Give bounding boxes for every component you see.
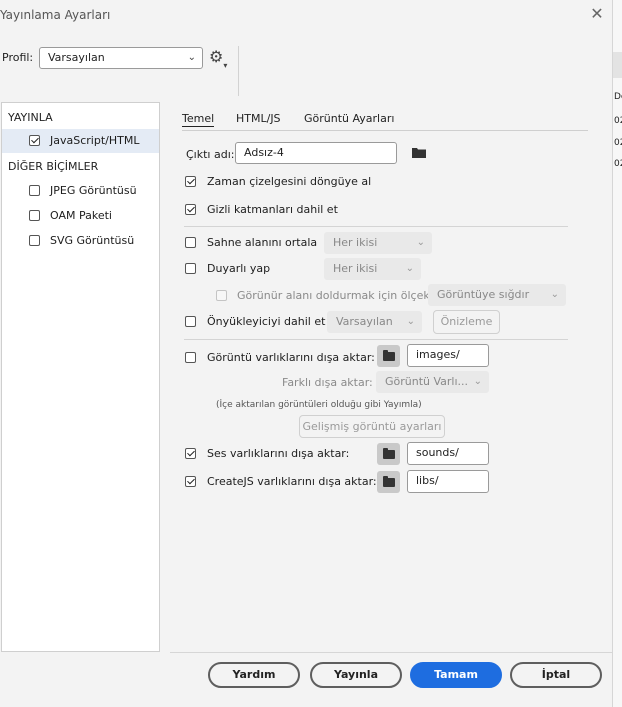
tab-image-settings[interactable]: Görüntü Ayarları (304, 112, 394, 125)
format-item-label: JavaScript/HTML (50, 134, 140, 147)
include-hidden-layers-checkbox[interactable] (185, 204, 196, 215)
images-path-input[interactable]: images/ (407, 344, 489, 367)
export-sounds-checkbox[interactable] (185, 448, 196, 459)
scale-fill-select: Görüntüye sığdır ⌄ (428, 284, 566, 306)
include-hidden-layers-label: Gizli katmanları dahil et (207, 203, 338, 216)
export-images-checkbox[interactable] (185, 352, 196, 363)
format-list-panel: YAYINLA JavaScript/HTML DİĞER BİÇİMLER J… (1, 102, 160, 652)
scale-fill-label: Görünür alanı doldurmak için ölçekle (237, 289, 440, 302)
dialog-title: Yayınlama Ayarları (0, 8, 111, 22)
oam-checkbox[interactable] (29, 210, 40, 221)
images-folder-button[interactable] (377, 345, 400, 367)
scale-fill-checkbox (216, 290, 227, 301)
folder-icon (382, 447, 395, 459)
footer-divider (170, 652, 612, 653)
javascript-html-checkbox[interactable] (29, 135, 40, 146)
background-text: 02 (614, 138, 622, 148)
help-button[interactable]: Yardım (208, 662, 300, 688)
scale-fill-select-value: Görüntüye sığdır (437, 288, 530, 301)
export-images-label: Görüntü varlıklarını dışa aktar: (207, 351, 375, 364)
export-sounds-label: Ses varlıklarını dışa aktar: (207, 447, 350, 460)
tab-basic[interactable]: Temel (182, 112, 215, 127)
sounds-path-input[interactable]: sounds/ (407, 442, 489, 465)
close-icon[interactable]: ✕ (589, 4, 605, 23)
format-item-label: SVG Görüntüsü (50, 234, 135, 247)
export-as-select-value: Görüntü Varlı... (385, 375, 469, 388)
center-stage-checkbox[interactable] (185, 237, 196, 248)
export-as-label: Farklı dışa aktar: (282, 376, 373, 389)
preloader-select: Varsayılan ⌄ (327, 311, 422, 333)
center-stage-select: Her ikisi ⌄ (324, 232, 432, 254)
background-text: De (614, 92, 622, 102)
publish-settings-dialog: Yayınlama Ayarları ✕ Profil: Varsayılan … (0, 0, 612, 707)
section-heading-publish: YAYINLA (8, 111, 53, 124)
ok-button[interactable]: Tamam (410, 662, 502, 688)
tab-divider (182, 130, 588, 131)
responsive-select-value: Her ikisi (333, 262, 378, 275)
format-item-javascript-html[interactable]: JavaScript/HTML (2, 129, 159, 153)
format-item-oam[interactable]: OAM Paketi (2, 204, 159, 228)
preloader-checkbox[interactable] (185, 316, 196, 327)
background-panel (613, 52, 622, 78)
folder-icon (382, 349, 395, 361)
publish-button[interactable]: Yayınla (310, 662, 402, 688)
cancel-button[interactable]: İptal (510, 662, 602, 688)
chevron-down-icon: ⌄ (416, 237, 425, 248)
chevron-down-icon: ⌄ (550, 289, 559, 300)
format-item-label: OAM Paketi (50, 209, 112, 222)
folder-icon[interactable] (411, 146, 427, 159)
divider (184, 226, 568, 227)
libs-path-input[interactable]: libs/ (407, 470, 489, 493)
preloader-label: Önyükleyiciyi dahil et (207, 315, 326, 328)
divider (238, 46, 239, 96)
profile-select-value: Varsayılan (48, 51, 105, 64)
section-heading-other-formats: DİĞER BİÇİMLER (8, 160, 99, 173)
libs-folder-button[interactable] (377, 471, 400, 493)
preview-button: Önizleme (433, 310, 500, 334)
sounds-folder-button[interactable] (377, 443, 400, 465)
responsive-label: Duyarlı yap (207, 262, 271, 275)
gear-icon[interactable]: ⚙▾ (209, 47, 227, 70)
svg-checkbox[interactable] (29, 235, 40, 246)
background-text: 02 (614, 116, 622, 126)
loop-timeline-label: Zaman çizelgesini döngüye al (207, 175, 372, 188)
chevron-down-icon: ⌄ (187, 52, 196, 63)
profile-label: Profil: (2, 51, 34, 64)
responsive-checkbox[interactable] (185, 263, 196, 274)
jpeg-checkbox[interactable] (29, 185, 40, 196)
divider (184, 339, 568, 340)
export-createjs-checkbox[interactable] (185, 476, 196, 487)
loop-timeline-checkbox[interactable] (185, 176, 196, 187)
chevron-down-icon: ⌄ (406, 316, 415, 327)
format-item-label: JPEG Görüntüsü (50, 184, 137, 197)
output-name-label: Çıktı adı: (186, 148, 235, 161)
format-item-jpeg[interactable]: JPEG Görüntüsü (2, 179, 159, 203)
chevron-down-icon: ⌄ (473, 376, 482, 387)
format-item-svg[interactable]: SVG Görüntüsü (2, 229, 159, 253)
profile-select[interactable]: Varsayılan ⌄ (39, 47, 203, 69)
output-name-input[interactable]: Adsız-4 (235, 142, 397, 164)
export-createjs-label: CreateJS varlıklarını dışa aktar: (207, 475, 377, 488)
background-window-fragment: De 02 02 02 (612, 0, 622, 707)
folder-icon (382, 475, 395, 487)
advanced-image-settings-button: Gelişmiş görüntü ayarları (299, 415, 445, 438)
responsive-select: Her ikisi ⌄ (324, 258, 421, 280)
tab-html-js[interactable]: HTML/JS (236, 112, 281, 125)
center-stage-select-value: Her ikisi (333, 236, 378, 249)
imported-images-note: (İçe aktarılan görüntüleri olduğu gibi Y… (216, 400, 422, 410)
background-text: 02 (614, 159, 622, 169)
chevron-down-icon: ⌄ (405, 263, 414, 274)
preloader-select-value: Varsayılan (336, 315, 393, 328)
center-stage-label: Sahne alanını ortala (207, 236, 318, 249)
export-as-select: Görüntü Varlı... ⌄ (376, 371, 489, 393)
